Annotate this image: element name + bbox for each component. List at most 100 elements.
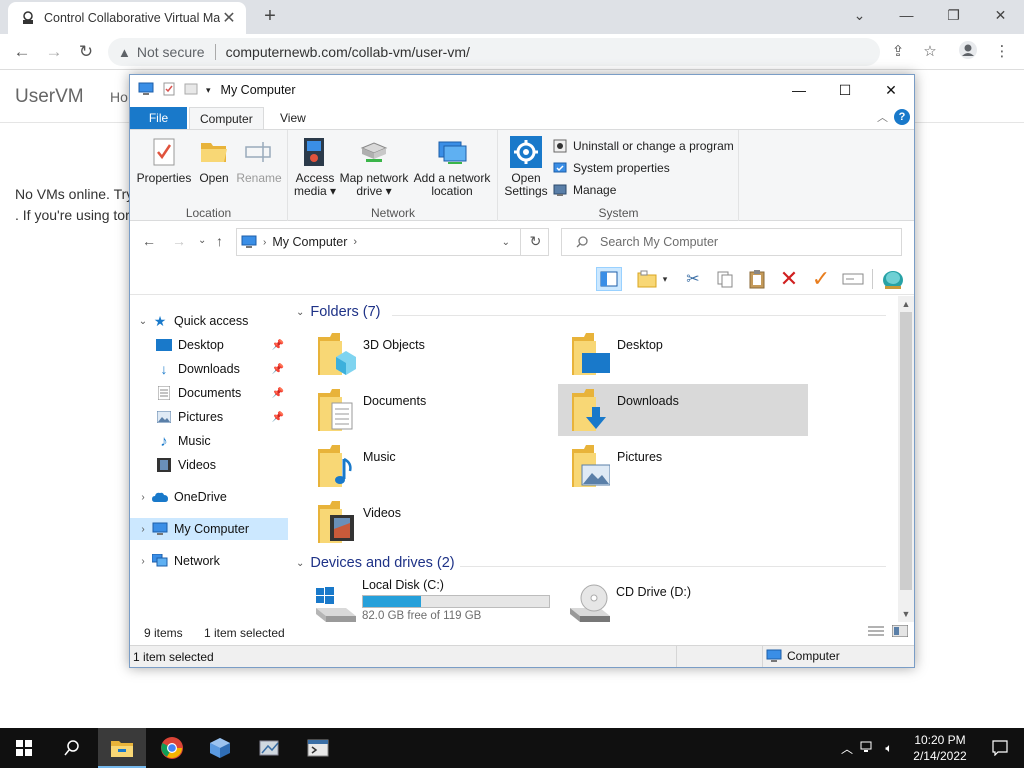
explorer-forward-button[interactable]: → <box>172 233 186 249</box>
help-icon[interactable]: ? <box>894 109 910 125</box>
address-bar[interactable]: ▲ Not secure computernewb.com/collab-vm/… <box>108 38 880 66</box>
tab-view[interactable]: View <box>270 107 316 129</box>
browser-menu-icon[interactable]: ⋮ <box>990 40 1014 64</box>
folder-documents[interactable]: Documents <box>304 384 554 436</box>
start-button[interactable] <box>0 728 48 768</box>
tab-computer[interactable]: Computer <box>189 107 264 129</box>
manage-button[interactable]: Manage <box>553 180 616 200</box>
apply-button[interactable]: ✓ <box>808 266 834 291</box>
content-scrollbar[interactable]: ▲ ▼ <box>898 296 914 622</box>
nav-item-downloads[interactable]: ↓ Downloads 📌 <box>130 358 288 380</box>
drives-group-header[interactable]: ⌄ Devices and drives (2) <box>296 555 455 571</box>
nav-quick-access[interactable]: ⌄ ★ Quick access <box>130 310 288 332</box>
preview-pane-button[interactable] <box>596 267 622 291</box>
refresh-button[interactable]: ↻ <box>520 228 550 256</box>
browser-tab-search-icon[interactable]: ⌄ <box>836 0 883 34</box>
back-button[interactable]: ← <box>10 40 34 64</box>
nav-item-music[interactable]: ♪ Music <box>130 430 288 452</box>
explorer-close-button[interactable]: ✕ <box>868 75 914 105</box>
folder-desktop[interactable]: Desktop <box>558 328 808 380</box>
nav-network[interactable]: › Network <box>130 550 288 572</box>
volume-icon[interactable]: 🔈︎ <box>878 741 900 756</box>
rename-button[interactable]: Rename <box>234 136 284 185</box>
command-toolbar: ▾ ✂ ✕ ✓ <box>130 263 914 295</box>
share-icon[interactable]: ⇪ <box>886 40 910 64</box>
network-globe-button[interactable] <box>880 267 906 291</box>
tiles-view-button[interactable] <box>891 624 909 640</box>
scroll-up-arrow-icon[interactable]: ▲ <box>898 296 914 312</box>
scroll-down-arrow-icon[interactable]: ▼ <box>898 606 914 622</box>
browser-tab[interactable]: Control Collaborative Virtual Ma ✕ <box>8 2 246 34</box>
scroll-thumb[interactable] <box>900 312 912 590</box>
bookmark-star-icon[interactable]: ☆ <box>918 40 942 64</box>
explorer-back-button[interactable]: ← <box>142 233 156 249</box>
nav-home-link[interactable]: Ho <box>110 89 128 105</box>
open-button[interactable]: Open <box>194 136 234 185</box>
browser-restore-button[interactable]: ❐ <box>930 0 977 34</box>
new-folder-button[interactable] <box>634 267 660 291</box>
rename-cmd-button[interactable] <box>840 267 866 291</box>
tab-close-icon[interactable]: ✕ <box>220 8 238 28</box>
copy-button[interactable] <box>712 267 738 291</box>
folder-3d-objects[interactable]: 3D Objects <box>304 328 554 380</box>
qat-dropdown-icon[interactable]: ▾ <box>206 85 211 96</box>
map-network-drive-button[interactable]: Map network drive ▾ <box>337 136 411 198</box>
explorer-maximize-button[interactable]: ☐ <box>822 75 868 105</box>
details-view-button[interactable] <box>868 625 884 640</box>
nav-item-pictures[interactable]: Pictures 📌 <box>130 406 288 428</box>
delete-button[interactable]: ✕ <box>776 266 802 291</box>
cut-button[interactable]: ✂ <box>680 267 706 291</box>
url-text[interactable]: computernewb.com/collab-vm/user-vm/ <box>226 44 470 60</box>
new-folder-dropdown-icon[interactable]: ▾ <box>658 267 672 291</box>
action-center-button[interactable] <box>976 728 1024 768</box>
taskbar-clock[interactable]: 10:20 PM 2/14/2022 <box>900 732 980 764</box>
address-path[interactable]: My Computer <box>272 235 347 249</box>
taskbar-file-explorer[interactable] <box>98 728 146 768</box>
folders-group-header[interactable]: ⌄ Folders (7) <box>296 304 381 320</box>
security-label[interactable]: Not secure <box>137 44 205 60</box>
network-status-icon[interactable] <box>856 741 878 756</box>
up-button[interactable]: ↑ <box>216 233 223 249</box>
folder-videos[interactable]: Videos <box>304 496 554 548</box>
add-network-location-button[interactable]: Add a network location <box>411 136 493 198</box>
drive-d[interactable]: CD Drive (D:) <box>558 578 808 622</box>
warning-icon[interactable]: ▲ <box>118 45 131 60</box>
folder-downloads[interactable]: Downloads <box>558 384 808 436</box>
collapse-ribbon-icon[interactable]: ︿ <box>877 109 888 125</box>
properties-button[interactable]: Properties <box>136 136 192 185</box>
nav-onedrive[interactable]: › OneDrive <box>130 486 288 508</box>
folder-pictures[interactable]: Pictures <box>558 440 808 492</box>
explorer-search-box[interactable]: Search My Computer <box>561 228 902 256</box>
tab-file[interactable]: File <box>130 107 187 129</box>
search-button[interactable] <box>48 728 96 768</box>
reload-button[interactable]: ↻ <box>74 40 98 64</box>
taskbar-server-manager[interactable] <box>246 728 294 768</box>
address-dropdown-icon[interactable]: ⌄ <box>502 237 510 248</box>
properties-qat-icon[interactable] <box>162 82 176 99</box>
nav-my-computer[interactable]: › My Computer <box>130 518 288 540</box>
explorer-minimize-button[interactable]: — <box>776 75 822 105</box>
brand-logo[interactable]: UserVM <box>15 86 84 108</box>
open-settings-button[interactable]: Open Settings <box>503 136 549 198</box>
explorer-address-box[interactable]: › My Computer › ⌄ <box>236 228 549 256</box>
nav-item-documents[interactable]: Documents 📌 <box>130 382 288 404</box>
profile-avatar-icon[interactable] <box>956 40 980 64</box>
drive-c[interactable]: Local Disk (C:) 82.0 GB free of 119 GB <box>304 578 554 622</box>
taskbar-chrome[interactable] <box>148 728 196 768</box>
uninstall-program-button[interactable]: Uninstall or change a program <box>553 136 734 156</box>
recent-locations-icon[interactable]: ⌄ <box>198 235 206 246</box>
browser-minimize-button[interactable]: — <box>883 0 930 34</box>
taskbar-powershell[interactable] <box>294 728 342 768</box>
paste-button[interactable] <box>744 267 770 291</box>
system-properties-button[interactable]: System properties <box>553 158 670 178</box>
show-hidden-icons-icon[interactable]: ︿ <box>838 740 856 757</box>
browser-close-button[interactable]: ✕ <box>977 0 1024 34</box>
new-folder-qat-icon[interactable] <box>184 82 198 99</box>
folder-music[interactable]: Music <box>304 440 554 492</box>
nav-item-desktop[interactable]: Desktop 📌 <box>130 334 288 356</box>
forward-button[interactable]: → <box>42 40 66 64</box>
new-tab-button[interactable]: + <box>258 5 282 29</box>
nav-item-videos[interactable]: Videos <box>130 454 288 476</box>
taskbar-virtualbox[interactable] <box>196 728 244 768</box>
access-media-button[interactable]: Access media ▾ <box>293 136 337 198</box>
